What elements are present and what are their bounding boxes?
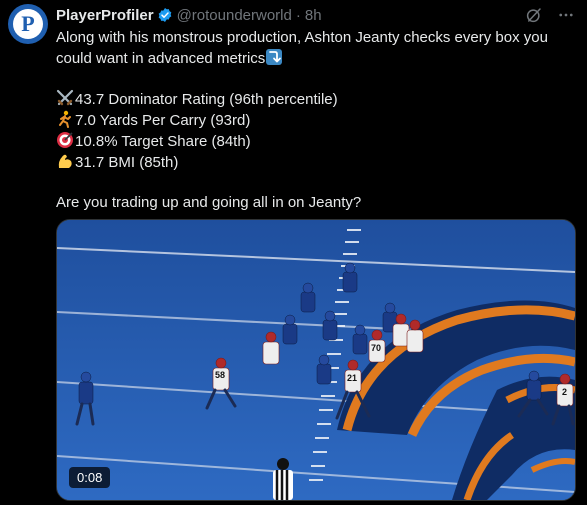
jersey-number-2: 2: [562, 387, 568, 397]
text-line-2: could want in advanced metrics: [56, 48, 578, 69]
user-handle[interactable]: @rotounderworld: [177, 7, 292, 24]
runner-icon: [59, 110, 71, 128]
verified-badge-icon: [158, 8, 171, 22]
dot-separator: ·: [295, 6, 301, 24]
stat-line-target-share: 10.8% Target Share (84th): [56, 131, 578, 152]
header-actions: [525, 4, 575, 26]
display-name[interactable]: PlayerProfiler: [56, 7, 154, 24]
avatar-logo: P: [13, 9, 43, 39]
crossed-swords-icon: [56, 89, 74, 106]
avatar[interactable]: P: [8, 4, 48, 44]
stat-line-dominator: 43.7 Dominator Rating (96th percentile): [56, 89, 578, 110]
football-field-video-frame: [57, 220, 575, 500]
grok-icon[interactable]: [525, 6, 543, 24]
video-duration-badge: 0:08: [69, 467, 111, 488]
jersey-number-70: 70: [371, 343, 382, 353]
direct-hit-icon: [57, 132, 73, 148]
more-options-icon[interactable]: [557, 6, 575, 24]
question-line: Are you trading up and going all in on J…: [56, 194, 362, 211]
timestamp[interactable]: 8h: [305, 7, 322, 24]
arrow-down-right-icon: [266, 49, 283, 65]
flexed-biceps-icon: [58, 154, 72, 168]
jersey-number-58: 58: [215, 370, 226, 380]
video-player[interactable]: 58 70 21 2 0:08: [56, 219, 576, 501]
text-line-1: Along with his monstrous production, Ash…: [56, 29, 548, 46]
stat-line-bmi: 31.7 BMI (85th): [56, 152, 578, 173]
tweet-text: Along with his monstrous production, Ash…: [56, 28, 578, 213]
jersey-number-21: 21: [347, 373, 358, 383]
tweet[interactable]: P PlayerProfiler @rotounderworld · 8h Al…: [0, 0, 587, 505]
stat-line-ypc: 7.0 Yards Per Carry (93rd): [56, 110, 578, 131]
tweet-header: PlayerProfiler @rotounderworld · 8h: [56, 4, 322, 26]
